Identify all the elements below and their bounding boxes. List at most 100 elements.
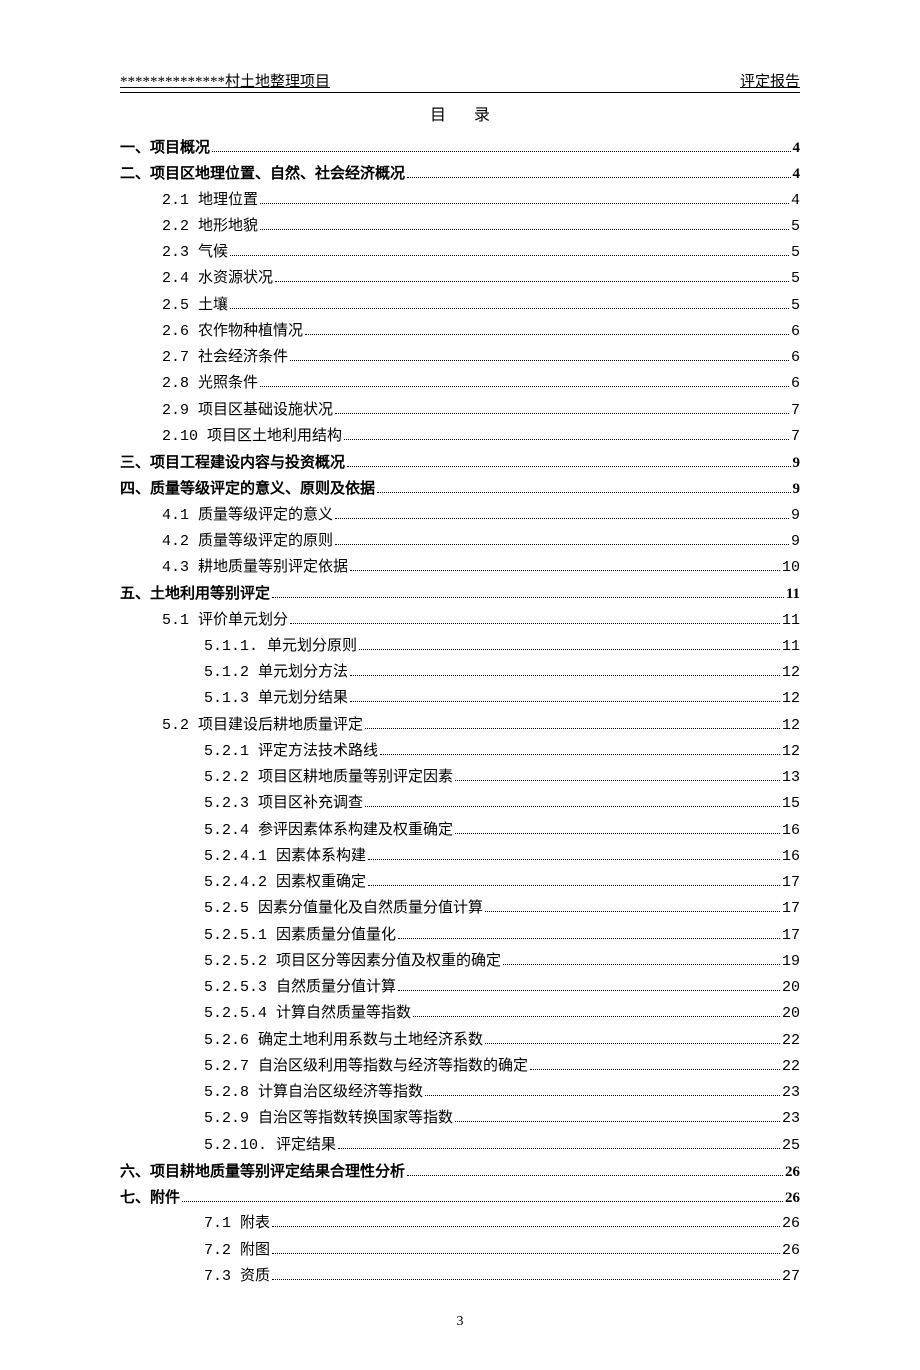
toc-entry-label: 六、项目耕地质量等别评定结果合理性分析 [120,1159,405,1185]
toc-leader-dots [485,1030,780,1044]
document-header: **************村土地整理项目 评定报告 [120,70,800,93]
toc-entry-label: 4.2 质量等级评定的原则 [162,529,333,555]
toc-entry-page: 5 [791,240,800,266]
toc-entry-page: 16 [782,844,800,870]
toc-leader-dots [335,400,789,414]
toc-entry-page: 23 [782,1106,800,1132]
toc-entry-page: 10 [782,555,800,581]
toc-entry-label: 7.2 附图 [204,1238,270,1264]
toc-entry-page: 12 [782,660,800,686]
toc-entry-label: 2.10 项目区土地利用结构 [162,424,342,450]
toc-entry-page: 11 [782,634,800,660]
header-right-text: 评定报告 [740,70,800,91]
toc-leader-dots [260,190,789,204]
toc-entry: 5.2.7 自治区级利用等指数与经济等指数的确定 22 [120,1054,800,1080]
toc-entry-label: 5.2.5.1 因素质量分值量化 [204,923,396,949]
toc-entry: 5.2.5.1 因素质量分值量化17 [120,923,800,949]
toc-entry-label: 一、项目概况 [120,135,210,161]
toc-entry: 5.2.4 参评因素体系构建及权重确定16 [120,818,800,844]
toc-leader-dots [407,165,790,179]
toc-entry-label: 2.4 水资源状况 [162,266,273,292]
toc-leader-dots [272,585,784,599]
toc-entry-label: 2.2 地形地貌 [162,214,258,240]
toc-leader-dots [398,925,780,939]
toc-entry-label: 5.1.2 单元划分方法 [204,660,348,686]
toc-leader-dots [290,610,780,624]
toc-entry: 2.5 土壤5 [120,293,800,319]
toc-entry-label: 2.7 社会经济条件 [162,345,288,371]
toc-entry-page: 23 [782,1080,800,1106]
toc-entry-label: 2.9 项目区基础设施状况 [162,398,333,424]
toc-entry-label: 5.2.7 自治区级利用等指数与经济等指数的确定 [204,1054,528,1080]
toc-entry: 2.4 水资源状况 5 [120,266,800,292]
toc-entry: 5.2.2 项目区耕地质量等别评定因素13 [120,765,800,791]
toc-entry-label: 7.1 附表 [204,1211,270,1237]
toc-entry: 5.2.5.4 计算自然质量等指数 20 [120,1001,800,1027]
toc-entry-page: 17 [782,870,800,896]
toc-entry-page: 6 [791,371,800,397]
toc-entry: 4.1 质量等级评定的意义9 [120,503,800,529]
toc-entry-label: 5.2.1 评定方法技术路线 [204,739,378,765]
toc-entry: 7.2 附图 26 [120,1238,800,1264]
toc-entry: 7.3 资质27 [120,1264,800,1290]
toc-entry: 7.1 附表26 [120,1211,800,1237]
toc-leader-dots [407,1162,783,1176]
toc-entry: 5.2.4.2 因素权重确定17 [120,870,800,896]
toc-leader-dots [359,636,780,650]
toc-entry-page: 15 [782,791,800,817]
toc-leader-dots [272,1214,780,1228]
toc-entry-page: 20 [782,1001,800,1027]
toc-entry-label: 5.1.1. 单元划分原则 [204,634,357,660]
toc-leader-dots [425,1083,780,1097]
toc-leader-dots [377,480,790,494]
toc-entry-label: 五、土地利用等别评定 [120,581,270,607]
toc-entry-label: 5.2.5.4 计算自然质量等指数 [204,1001,411,1027]
toc-entry-page: 6 [791,345,800,371]
toc-entry-label: 7.3 资质 [204,1264,270,1290]
toc-entry-page: 19 [782,949,800,975]
toc-entry: 五、土地利用等别评定 11 [120,581,800,607]
header-left-text: **************村土地整理项目 [120,70,330,91]
toc-leader-dots [347,454,790,468]
toc-entry-label: 5.2.4 参评因素体系构建及权重确定 [204,818,453,844]
toc-entry-page: 26 [782,1238,800,1264]
toc-entry-label: 5.2.5.2 项目区分等因素分值及权重的确定 [204,949,501,975]
toc-entry-page: 26 [785,1159,800,1185]
toc-entry: 5.1.3 单元划分结果12 [120,686,800,712]
toc-entry-page: 20 [782,975,800,1001]
toc-leader-dots [365,715,780,729]
toc-leader-dots [335,531,789,545]
toc-entry-label: 5.2.2 项目区耕地质量等别评定因素 [204,765,453,791]
toc-entry-label: 七、附件 [120,1185,180,1211]
toc-entry-page: 11 [786,581,800,607]
toc-entry: 4.2 质量等级评定的原则9 [120,529,800,555]
toc-entry: 5.2.8 计算自治区级经济等指数23 [120,1080,800,1106]
toc-entry-label: 2.3 气候 [162,240,228,266]
toc-leader-dots [503,951,780,965]
toc-entry-label: 2.5 土壤 [162,293,228,319]
toc-leader-dots [350,558,780,572]
toc-entry-page: 11 [782,608,800,634]
toc-entry-page: 9 [793,450,801,476]
toc-entry-page: 12 [782,713,800,739]
toc-entry: 5.2.3 项目区补充调查15 [120,791,800,817]
toc-entry-label: 5.2 项目建设后耕地质量评定 [162,713,363,739]
toc-entry-page: 22 [782,1054,800,1080]
toc-entry: 二、项目区地理位置、自然、社会经济概况4 [120,161,800,187]
toc-entry: 5.2.4.1 因素体系构建16 [120,844,800,870]
toc-entry-page: 5 [791,266,800,292]
toc-entry: 2.7 社会经济条件 6 [120,345,800,371]
toc-leader-dots [335,505,789,519]
toc-leader-dots [230,243,789,257]
toc-entry-label: 5.2.10. 评定结果 [204,1133,336,1159]
toc-leader-dots [485,899,780,913]
toc-entry: 5.2.5.3 自然质量分值计算20 [120,975,800,1001]
toc-entry: 2.2 地形地貌5 [120,214,800,240]
toc-leader-dots [368,873,780,887]
toc-leader-dots [380,741,780,755]
toc-entry: 5.2.1 评定方法技术路线12 [120,739,800,765]
toc-entry: 三、项目工程建设内容与投资概况9 [120,450,800,476]
toc-leader-dots [230,295,789,309]
toc-entry-label: 5.2.5 因素分值量化及自然质量分值计算 [204,896,483,922]
toc-entry: 2.10 项目区土地利用结构7 [120,424,800,450]
